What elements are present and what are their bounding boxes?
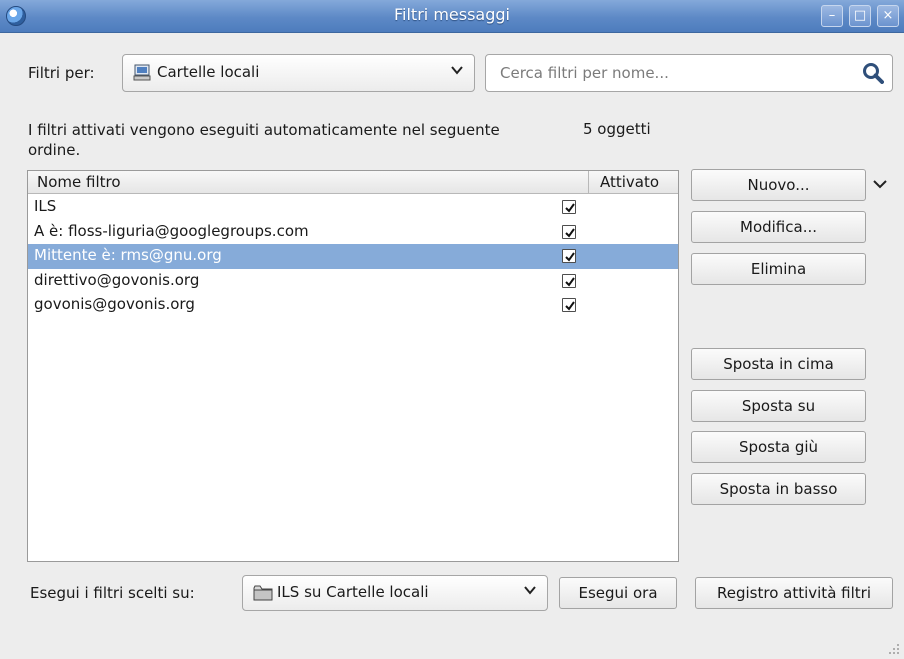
info-text: I filtri attivati vengono eseguiti autom… [28,121,500,159]
filters-for-label: Filtri per: [28,64,95,82]
enabled-checkbox[interactable] [562,200,576,214]
maximize-button[interactable]: □ [849,5,871,27]
delete-filter-button[interactable]: Elimina [691,253,866,285]
title-bar[interactable]: Filtri messaggi – □ × [0,0,904,33]
edit-filter-button[interactable]: Modifica... [691,211,866,243]
window-title: Filtri messaggi [394,5,510,24]
chevron-down-icon [523,583,537,601]
filter-name: direttivo@govonis.org [34,270,200,289]
close-button[interactable]: × [877,5,899,27]
table-row[interactable]: Mittente è: rms@gnu.org [28,244,678,269]
enabled-checkbox[interactable] [562,249,576,263]
filter-name: Mittente è: rms@gnu.org [34,246,222,264]
new-filter-button[interactable]: Nuovo... [691,169,866,201]
run-filters-on-label: Esegui i filtri scelti su: [30,584,195,602]
move-bottom-button[interactable]: Sposta in basso [691,473,866,505]
minimize-button[interactable]: – [821,5,843,27]
search-icon[interactable] [862,62,884,88]
search-box[interactable] [485,54,893,92]
enabled-checkbox[interactable] [562,273,576,288]
table-row[interactable]: govonis@govonis.org [28,293,678,318]
enabled-checkbox[interactable] [562,298,576,312]
column-header-enabled[interactable]: Attivato [600,173,659,191]
folder-icon [253,584,273,606]
run-folder-select-value: ILS su Cartelle locali [277,583,429,601]
account-select[interactable]: Cartelle locali [122,54,475,92]
move-top-button[interactable]: Sposta in cima [691,348,866,380]
move-down-button[interactable]: Sposta giù [691,431,866,463]
resize-grip[interactable] [886,641,900,655]
run-folder-select[interactable]: ILS su Cartelle locali [242,575,548,611]
table-row[interactable]: ILS [28,195,678,220]
local-folders-icon [133,64,151,86]
search-input[interactable] [498,63,838,83]
list-header: Nome filtro Attivato [28,171,678,194]
table-row[interactable]: A è: floss-liguria@googlegroups.com [28,220,678,245]
filters-dialog: Filtri messaggi – □ × Filtri per: Cartel… [0,0,904,659]
run-now-button[interactable]: Esegui ora [559,577,677,609]
filter-count: 5 oggetti [583,120,651,138]
chevron-down-icon [450,63,464,81]
filter-name: govonis@govonis.org [34,295,195,313]
filter-name: A è: floss-liguria@googlegroups.com [34,221,309,240]
enabled-checkbox[interactable] [562,224,576,239]
move-up-button[interactable]: Sposta su [691,390,866,422]
filter-name: ILS [34,197,57,215]
filter-log-button[interactable]: Registro attività filtri [695,577,893,609]
column-header-name[interactable]: Nome filtro [37,173,121,191]
table-row[interactable]: direttivo@govonis.org [28,269,678,294]
filter-list[interactable]: Nome filtro Attivato ILS A è: floss-ligu… [27,170,679,562]
filter-rows: ILS A è: floss-liguria@googlegroups.com … [28,195,678,318]
column-divider[interactable] [588,171,589,194]
account-select-value: Cartelle locali [157,63,260,81]
new-filter-menu-chevron-down-icon[interactable] [871,174,891,196]
